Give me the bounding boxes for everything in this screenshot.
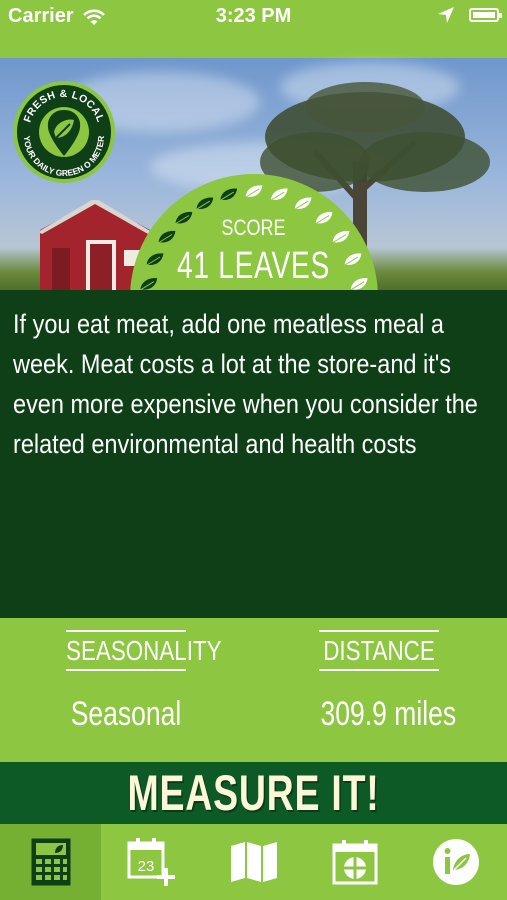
tab-map[interactable] bbox=[203, 824, 304, 900]
seasonality-metric: SEASONALITY Seasonal bbox=[51, 630, 222, 734]
tab-calendar-grid[interactable] bbox=[304, 824, 405, 900]
calendar-add-icon: 23 bbox=[127, 838, 176, 886]
tip-text: If you eat meat, add one meatless meal a… bbox=[13, 309, 478, 459]
calendar-grid-icon bbox=[332, 840, 378, 885]
battery-icon bbox=[469, 8, 502, 22]
tab-calendar-add[interactable]: 23 bbox=[101, 824, 202, 900]
calendar-badge: 23 bbox=[138, 858, 155, 875]
status-bar: Carrier 3:23 PM bbox=[0, 0, 507, 32]
distance-title: DISTANCE bbox=[319, 630, 439, 671]
calculator-icon bbox=[31, 838, 71, 886]
tip-panel: If you eat meat, add one meatless meal a… bbox=[0, 290, 507, 618]
distance-metric: DISTANCE 309.9 miles bbox=[304, 630, 457, 734]
fresh-local-logo: FRESH & LOCAL YOUR DAILY GREEN O METER bbox=[13, 81, 115, 183]
map-icon bbox=[230, 842, 277, 882]
location-arrow-icon bbox=[438, 7, 454, 23]
score-value: 41 LEAVES bbox=[176, 245, 331, 287]
distance-value: 309.9 miles bbox=[320, 695, 457, 733]
score-label: SCORE bbox=[221, 215, 286, 240]
seasonality-value: Seasonal bbox=[70, 695, 182, 733]
tab-calculator[interactable] bbox=[0, 824, 102, 900]
measure-it-label: MEASURE IT! bbox=[127, 765, 380, 821]
measure-it-button[interactable]: MEASURE IT! bbox=[0, 762, 507, 824]
seasonality-title: SEASONALITY bbox=[66, 630, 222, 671]
metrics-panel: SEASONALITY Seasonal DISTANCE 309.9 mile… bbox=[0, 618, 507, 762]
status-time: 3:23 PM bbox=[215, 5, 292, 27]
tab-bar: 23 bbox=[0, 824, 507, 900]
info-leaf-icon bbox=[433, 839, 480, 885]
tab-info[interactable] bbox=[406, 824, 507, 900]
